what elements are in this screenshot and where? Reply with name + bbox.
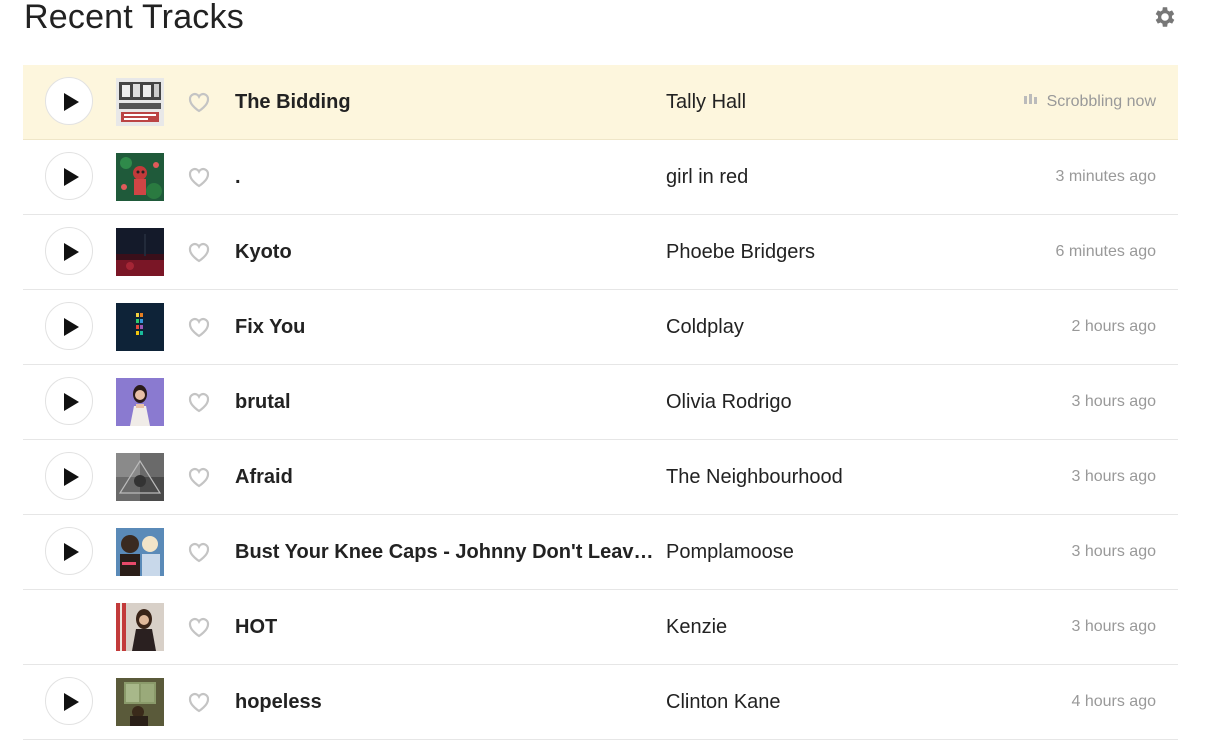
track-name[interactable]: Kyoto [235, 215, 655, 289]
heart-icon[interactable] [187, 691, 211, 713]
album-cover[interactable] [116, 528, 164, 576]
heart-icon[interactable] [187, 391, 211, 413]
heart-icon[interactable] [187, 316, 211, 338]
track-name[interactable]: The Bidding [235, 65, 655, 139]
album-cover[interactable] [116, 603, 164, 651]
track-row[interactable]: brutal Olivia Rodrigo 3 hours ago [23, 365, 1178, 440]
track-row[interactable]: Kyoto Phoebe Bridgers 6 minutes ago [23, 215, 1178, 290]
album-cover[interactable] [116, 303, 164, 351]
track-name[interactable]: . [235, 140, 655, 214]
heart-icon[interactable] [187, 541, 211, 563]
track-row[interactable]: . girl in red 3 minutes ago [23, 140, 1178, 215]
track-row[interactable]: Afraid The Neighbourhood 3 hours ago [23, 440, 1178, 515]
artist-name[interactable]: Olivia Rodrigo [666, 365, 792, 439]
play-icon [64, 468, 79, 486]
album-cover[interactable] [116, 378, 164, 426]
timestamp: 4 hours ago [1071, 693, 1156, 710]
play-button[interactable] [45, 77, 93, 125]
album-cover[interactable] [116, 453, 164, 501]
recent-tracks-list: The Bidding Tally Hall Scrobbling now . … [23, 65, 1178, 740]
track-name[interactable]: Afraid [235, 440, 655, 514]
play-button[interactable] [45, 227, 93, 275]
page-title: Recent Tracks [24, 0, 244, 36]
track-name[interactable]: hopeless [235, 665, 655, 739]
artist-name[interactable]: Clinton Kane [666, 665, 781, 739]
timestamp: 6 minutes ago [1055, 243, 1156, 260]
artist-name[interactable]: The Neighbourhood [666, 440, 843, 514]
play-icon [64, 693, 79, 711]
play-icon [64, 93, 79, 111]
play-icon [64, 168, 79, 186]
album-cover[interactable] [116, 153, 164, 201]
play-icon [64, 543, 79, 561]
timestamp: 3 minutes ago [1055, 168, 1156, 185]
heart-icon[interactable] [187, 466, 211, 488]
track-name[interactable]: Bust Your Knee Caps - Johnny Don't Leave… [235, 515, 655, 589]
play-button[interactable] [45, 527, 93, 575]
track-row[interactable]: The Bidding Tally Hall Scrobbling now [23, 65, 1178, 140]
play-button[interactable] [45, 302, 93, 350]
page-header: Recent Tracks [24, 0, 1178, 40]
artist-name[interactable]: Tally Hall [666, 65, 746, 139]
artist-name[interactable]: Coldplay [666, 290, 744, 364]
play-icon [64, 243, 79, 261]
play-icon [64, 318, 79, 336]
play-button[interactable] [45, 377, 93, 425]
timestamp: Scrobbling now [1023, 65, 1156, 139]
album-cover[interactable] [116, 78, 164, 126]
gear-icon[interactable] [1152, 4, 1178, 30]
timestamp: 3 hours ago [1071, 393, 1156, 410]
heart-icon[interactable] [187, 616, 211, 638]
heart-icon[interactable] [187, 166, 211, 188]
track-row[interactable]: Fix You Coldplay 2 hours ago [23, 290, 1178, 365]
play-button[interactable] [45, 152, 93, 200]
play-button[interactable] [45, 452, 93, 500]
heart-icon[interactable] [187, 91, 211, 113]
play-icon [64, 393, 79, 411]
heart-icon[interactable] [187, 241, 211, 263]
album-cover[interactable] [116, 678, 164, 726]
timestamp: 3 hours ago [1071, 543, 1156, 560]
timestamp: 3 hours ago [1071, 618, 1156, 635]
album-cover[interactable] [116, 228, 164, 276]
track-row[interactable]: hopeless Clinton Kane 4 hours ago [23, 665, 1178, 740]
track-name[interactable]: HOT [235, 590, 655, 664]
track-row[interactable]: Bust Your Knee Caps - Johnny Don't Leave… [23, 515, 1178, 590]
timestamp: 2 hours ago [1071, 318, 1156, 335]
artist-name[interactable]: Kenzie [666, 590, 727, 664]
artist-name[interactable]: Phoebe Bridgers [666, 215, 815, 289]
track-row[interactable]: HOT Kenzie 3 hours ago [23, 590, 1178, 665]
timestamp: 3 hours ago [1071, 468, 1156, 485]
equalizer-icon [1023, 63, 1039, 137]
artist-name[interactable]: girl in red [666, 140, 748, 214]
play-button[interactable] [45, 677, 93, 725]
artist-name[interactable]: Pomplamoose [666, 515, 794, 589]
scrobbling-status: Scrobbling now [1046, 93, 1156, 111]
track-name[interactable]: Fix You [235, 290, 655, 364]
track-name[interactable]: brutal [235, 365, 655, 439]
